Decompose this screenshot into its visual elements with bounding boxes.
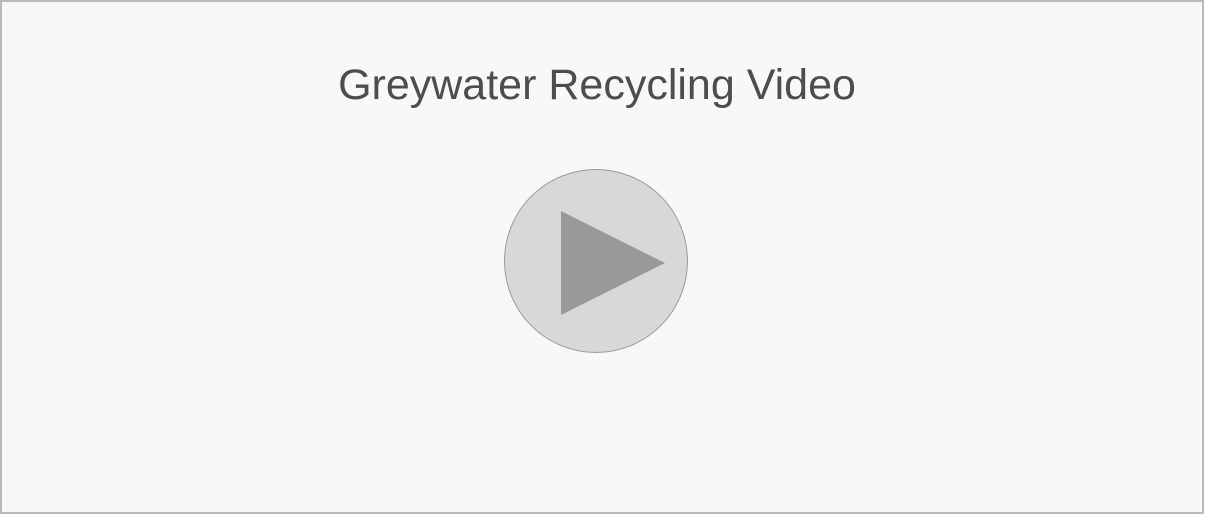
play-icon: [561, 211, 665, 315]
video-title: Greywater Recycling Video: [338, 61, 856, 109]
video-placeholder[interactable]: Greywater Recycling Video: [0, 0, 1204, 514]
play-button[interactable]: [504, 169, 688, 353]
